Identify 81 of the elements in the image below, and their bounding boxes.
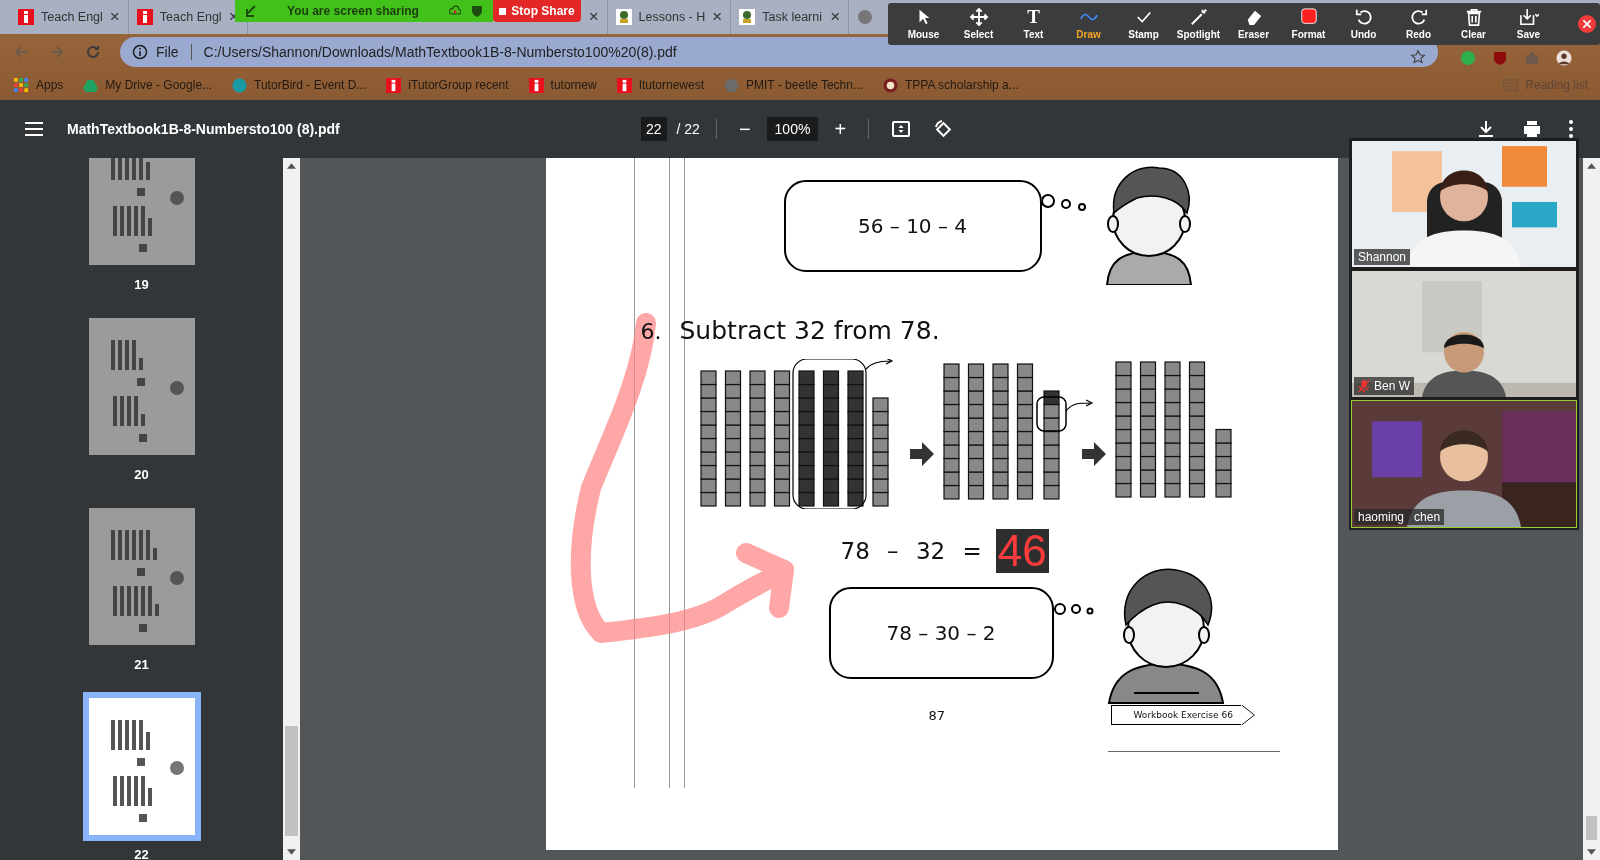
tab-favicon bbox=[739, 9, 756, 25]
info-icon[interactable] bbox=[132, 44, 148, 60]
page-label: 22 bbox=[134, 847, 149, 860]
answer-box: 46 bbox=[995, 529, 1049, 573]
bookmark-item[interactable]: iTutorGroup recent bbox=[386, 77, 509, 93]
bookmark-item[interactable]: My Drive - Google... bbox=[83, 77, 213, 93]
close-icon[interactable] bbox=[1578, 15, 1596, 33]
close-tab-button[interactable]: × bbox=[830, 7, 841, 27]
question-text: Subtract 32 from 78. bbox=[679, 316, 940, 345]
url-text: C:/Users/Shannon/Downloads/MathTextbook1B-8-Numbersto100%20(8).pdf bbox=[203, 44, 678, 60]
sharing-status: You are screen sharing bbox=[286, 4, 420, 18]
bookmark-item[interactable]: TPPA scholarship a... bbox=[882, 77, 1019, 93]
scheme-label: File bbox=[156, 44, 179, 60]
shield-icon bbox=[471, 5, 483, 17]
scroll-down-icon[interactable] bbox=[287, 849, 296, 855]
zoom-field[interactable]: 100% bbox=[766, 117, 819, 141]
tab-favicon bbox=[615, 9, 632, 25]
document-title: MathTextbook1B-8-Numbersto100 (8).pdf bbox=[67, 121, 340, 137]
cloud-icon bbox=[449, 5, 461, 17]
tab-favicon bbox=[136, 9, 153, 25]
page-total: / 22 bbox=[676, 121, 700, 137]
crest-icon bbox=[882, 77, 898, 93]
scroll-down-icon[interactable] bbox=[1587, 849, 1596, 855]
scroll-up-icon[interactable] bbox=[287, 163, 296, 169]
tab-title[interactable]: Teach Engl bbox=[159, 10, 222, 24]
rotate-icon[interactable] bbox=[933, 119, 954, 139]
bookmark-item[interactable]: tutornew bbox=[528, 77, 597, 93]
bookmark-item[interactable]: PMIT - beetle Techn... bbox=[724, 77, 863, 93]
participant-name: haoming chen bbox=[1358, 511, 1441, 523]
bookmark-item[interactable]: TutorBird - Event D... bbox=[232, 77, 367, 93]
close-tab-button[interactable]: × bbox=[109, 7, 120, 27]
question-number: 6. bbox=[640, 319, 662, 344]
scrollbar-thumb[interactable] bbox=[285, 726, 298, 836]
participant-name: Shannon bbox=[1358, 251, 1407, 263]
page-label: 19 bbox=[134, 277, 149, 292]
page-number: 87 bbox=[928, 707, 947, 723]
wand-icon bbox=[1188, 8, 1209, 26]
participant-name: Ben W bbox=[1374, 380, 1410, 392]
toolbar-tool[interactable]: Save bbox=[1501, 3, 1556, 45]
page-label: 20 bbox=[134, 467, 149, 482]
favicon-icon bbox=[616, 77, 632, 93]
page-thumbnail[interactable] bbox=[82, 692, 201, 841]
star-icon[interactable] bbox=[1410, 49, 1426, 65]
stop-share-button[interactable]: Stop Share bbox=[493, 0, 581, 22]
menu-icon[interactable] bbox=[25, 122, 43, 136]
bookmark-item[interactable]: Apps bbox=[14, 77, 64, 93]
fit-page-icon[interactable] bbox=[891, 119, 912, 139]
download-icon bbox=[1518, 8, 1539, 26]
close-tab-button[interactable]: × bbox=[712, 7, 723, 27]
zoom-in-button[interactable]: + bbox=[828, 117, 853, 141]
redo-icon bbox=[1408, 8, 1429, 26]
move-icon bbox=[968, 8, 989, 26]
toolbar-tool[interactable]: Clear bbox=[1446, 3, 1501, 45]
close-tab-button[interactable]: × bbox=[588, 7, 599, 27]
apps-grid-icon bbox=[14, 77, 29, 93]
scroll-up-icon[interactable] bbox=[1587, 163, 1596, 169]
more-options-icon[interactable] bbox=[1568, 119, 1574, 139]
square-icon bbox=[1298, 8, 1319, 26]
page-number-field[interactable]: 22 bbox=[640, 117, 667, 141]
tab-title[interactable]: Teach Engl bbox=[41, 10, 103, 24]
tab-favicon bbox=[857, 9, 874, 25]
tab-title[interactable]: Lessons - H bbox=[638, 10, 706, 24]
math-expression: 78 – 30 – 2 bbox=[886, 621, 996, 645]
math-expression: 56 – 10 – 4 bbox=[857, 214, 968, 238]
bookmark-item[interactable]: Itutornewest bbox=[616, 77, 704, 93]
download-icon[interactable] bbox=[1476, 119, 1496, 139]
favicon-icon bbox=[386, 77, 402, 93]
avatar-icon[interactable] bbox=[1556, 50, 1572, 66]
drive-icon bbox=[83, 77, 99, 93]
zoom-out-button[interactable]: − bbox=[732, 117, 757, 141]
favicon-icon bbox=[528, 77, 544, 93]
list-icon bbox=[1503, 77, 1519, 93]
print-icon[interactable] bbox=[1522, 119, 1542, 139]
equation-text: 78 – 32 = bbox=[840, 538, 982, 564]
scrollbar-thumb[interactable] bbox=[1586, 816, 1597, 840]
tab-favicon bbox=[18, 9, 34, 25]
tab-title[interactable]: Task learni bbox=[762, 10, 824, 24]
arrow-icon bbox=[245, 5, 257, 17]
workbook-tag: Workbook Exercise 66 bbox=[1110, 705, 1241, 725]
undo-icon bbox=[1353, 8, 1374, 26]
page-label: 21 bbox=[134, 657, 149, 672]
